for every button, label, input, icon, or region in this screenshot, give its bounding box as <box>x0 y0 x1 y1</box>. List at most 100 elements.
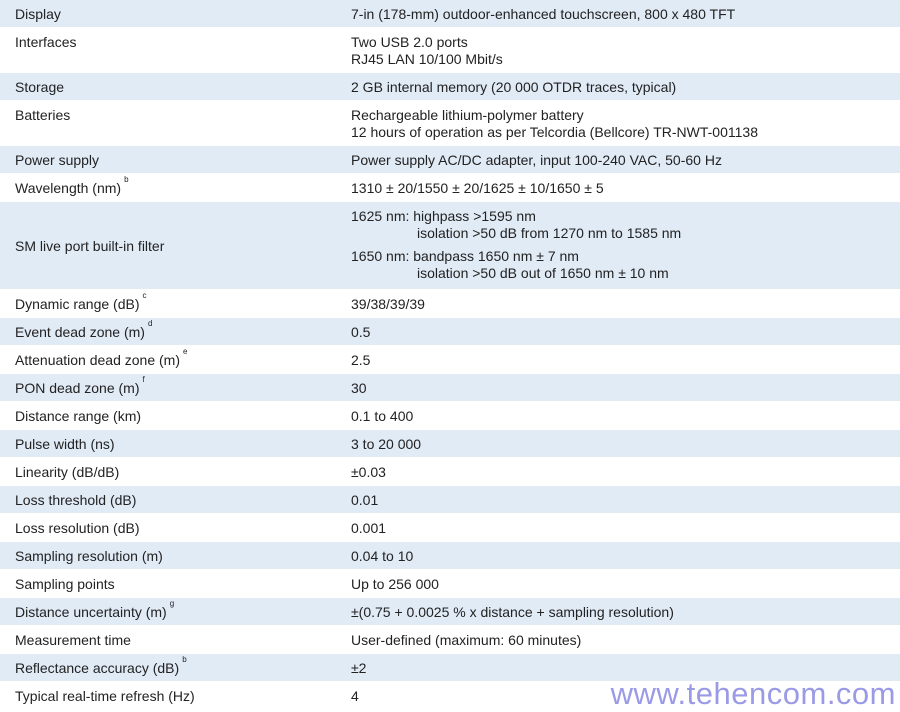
spec-label: Display <box>0 0 336 27</box>
value-line: Rechargeable lithium-polymer battery <box>351 107 584 123</box>
value-line: User-defined (maximum: 60 minutes) <box>351 632 582 648</box>
spec-label: Distance uncertainty (m) g <box>15 599 175 621</box>
spec-label: Pulse width (ns) <box>0 430 336 457</box>
value-line: 30 <box>351 380 367 396</box>
spec-label: Dynamic range (dB) c <box>15 291 147 313</box>
label-text: Wavelength (nm) <box>15 180 122 196</box>
value-line: 0.1 to 400 <box>351 408 414 424</box>
value-line: Two USB 2.0 ports <box>351 34 468 50</box>
spec-label: Linearity (dB/dB) <box>0 458 336 485</box>
label-text: Reflectance accuracy (dB) <box>15 660 180 676</box>
spec-value: Rechargeable lithium-polymer battery 12 … <box>336 101 900 145</box>
value-line: Up to 256 000 <box>351 576 439 592</box>
spec-table: Display 7-in (178-mm) outdoor-enhanced t… <box>0 0 900 710</box>
label-text: Power supply <box>15 152 100 168</box>
value-line: 2.5 <box>351 352 371 368</box>
label-text: Linearity (dB/dB) <box>15 464 120 480</box>
label-text: Distance uncertainty (m) <box>15 604 167 620</box>
spec-value: Two USB 2.0 ports RJ45 LAN 10/100 Mbit/s <box>336 28 900 72</box>
label-text: Dynamic range (dB) <box>15 296 140 312</box>
label-text: Interfaces <box>15 34 77 50</box>
spec-value: 7-in (178-mm) outdoor-enhanced touchscre… <box>336 0 900 27</box>
spec-value: 39/38/39/39 <box>336 290 900 317</box>
spec-row-storage: Storage 2 GB internal memory (20 000 OTD… <box>0 73 900 101</box>
label-text: Pulse width (ns) <box>15 436 115 452</box>
spec-value: 0.1 to 400 <box>336 402 900 429</box>
spec-label: Measurement time <box>0 626 336 653</box>
label-text: Batteries <box>15 107 71 123</box>
spec-label: Power supply <box>0 146 336 173</box>
spec-row-loss-threshold: Loss threshold (dB) 0.01 <box>0 486 900 514</box>
value-line: RJ45 LAN 10/100 Mbit/s <box>351 51 503 67</box>
spec-label: Loss resolution (dB) <box>0 514 336 541</box>
spec-row-loss-resolution: Loss resolution (dB) 0.001 <box>0 514 900 542</box>
value-line: ±2 <box>351 660 367 676</box>
spec-value: 2.5 <box>336 346 900 373</box>
spec-row-sampling-resolution: Sampling resolution (m) 0.04 to 10 <box>0 542 900 570</box>
label-text: SM live port built-in filter <box>15 237 165 254</box>
watermark-url: www.tehencom.com <box>610 676 896 711</box>
value-line: ±0.03 <box>351 464 386 480</box>
spec-label: Loss threshold (dB) <box>0 486 336 513</box>
value-line: 1650 nm: bandpass 1650 nm ± 7 nm <box>351 248 579 264</box>
spec-value: 0.001 <box>336 514 900 541</box>
label-text: Loss resolution (dB) <box>15 520 140 536</box>
label-text: PON dead zone (m) <box>15 380 140 396</box>
spec-value: 1310 ± 20/1550 ± 20/1625 ± 10/1650 ± 5 <box>336 174 900 201</box>
label-text: Attenuation dead zone (m) <box>15 352 180 368</box>
label-text: Event dead zone (m) <box>15 324 145 340</box>
value-line: 0.5 <box>351 324 371 340</box>
spec-value: User-defined (maximum: 60 minutes) <box>336 626 900 653</box>
spec-row-power-supply: Power supply Power supply AC/DC adapter,… <box>0 146 900 174</box>
value-line: 12 hours of operation as per Telcordia (… <box>351 124 758 140</box>
value-line: 1625 nm: highpass >1595 nm <box>351 208 536 224</box>
spec-row-pon-dead-zone: PON dead zone (m) f 30 <box>0 374 900 402</box>
spec-label: Batteries <box>0 101 336 145</box>
value-line: 3 to 20 000 <box>351 436 422 452</box>
label-text: Loss threshold (dB) <box>15 492 137 508</box>
value-line: isolation >50 dB from 1270 nm to 1585 nm <box>417 225 682 241</box>
label-text: Distance range (km) <box>15 408 142 424</box>
spec-value: Power supply AC/DC adapter, input 100-24… <box>336 146 900 173</box>
value-line: 7-in (178-mm) outdoor-enhanced touchscre… <box>351 6 736 22</box>
value-line: isolation >50 dB out of 1650 nm ± 10 nm <box>417 265 669 281</box>
spec-row-interfaces: Interfaces Two USB 2.0 ports RJ45 LAN 10… <box>0 28 900 73</box>
spec-value: 3 to 20 000 <box>336 430 900 457</box>
spec-value: 1625 nm: highpass >1595 nm isolation >50… <box>336 202 900 289</box>
value-line: 0.01 <box>351 492 379 508</box>
label-text: Sampling resolution (m) <box>15 548 163 564</box>
spec-label: Interfaces <box>0 28 336 72</box>
spec-row-sampling-points: Sampling points Up to 256 000 <box>0 570 900 598</box>
spec-row-distance-uncertainty: Distance uncertainty (m) g ±(0.75 + 0.002… <box>0 598 900 626</box>
spec-row-attenuation-dead-zone: Attenuation dead zone (m) e 2.5 <box>0 346 900 374</box>
spec-row-display: Display 7-in (178-mm) outdoor-enhanced t… <box>0 0 900 28</box>
spec-label: SM live port built-in filter <box>0 202 336 289</box>
spec-row-distance-range: Distance range (km) 0.1 to 400 <box>0 402 900 430</box>
spec-value: Up to 256 000 <box>336 570 900 597</box>
value-line: Power supply AC/DC adapter, input 100-24… <box>351 152 722 168</box>
spec-row-batteries: Batteries Rechargeable lithium-polymer b… <box>0 101 900 146</box>
spec-row-linearity: Linearity (dB/dB) ±0.03 <box>0 458 900 486</box>
spec-label: Event dead zone (m) d <box>15 319 153 341</box>
filter-1650: 1650 nm: bandpass 1650 nm ± 7 nm isolati… <box>351 248 900 282</box>
spec-value: 0.04 to 10 <box>336 542 900 569</box>
value-line: 39/38/39/39 <box>351 296 425 312</box>
spec-label: Storage <box>0 73 336 100</box>
value-line: 0.04 to 10 <box>351 548 414 564</box>
spec-row-sm-live-port-filter: SM live port built-in filter 1625 nm: hi… <box>0 202 900 290</box>
value-line: 0.001 <box>351 520 387 536</box>
spec-value: ±(0.75 + 0.0025 % x distance + sampling … <box>336 598 900 625</box>
value-line: ±(0.75 + 0.0025 % x distance + sampling … <box>351 604 674 620</box>
value-line: 1310 ± 20/1550 ± 20/1625 ± 10/1650 ± 5 <box>351 180 604 196</box>
spec-row-wavelength: Wavelength (nm) b 1310 ± 20/1550 ± 20/162… <box>0 174 900 202</box>
spec-row-dynamic-range: Dynamic range (dB) c 39/38/39/39 <box>0 290 900 318</box>
spec-value: 0.5 <box>336 318 900 345</box>
spec-label: Wavelength (nm) b <box>15 175 129 197</box>
label-text: Storage <box>15 79 65 95</box>
spec-value: 30 <box>336 374 900 401</box>
spec-label: Sampling points <box>0 570 336 597</box>
spec-row-event-dead-zone: Event dead zone (m) d 0.5 <box>0 318 900 346</box>
spec-value: ±0.03 <box>336 458 900 485</box>
spec-label: PON dead zone (m) f <box>15 375 145 397</box>
filter-1625: 1625 nm: highpass >1595 nm isolation >50… <box>351 208 900 242</box>
